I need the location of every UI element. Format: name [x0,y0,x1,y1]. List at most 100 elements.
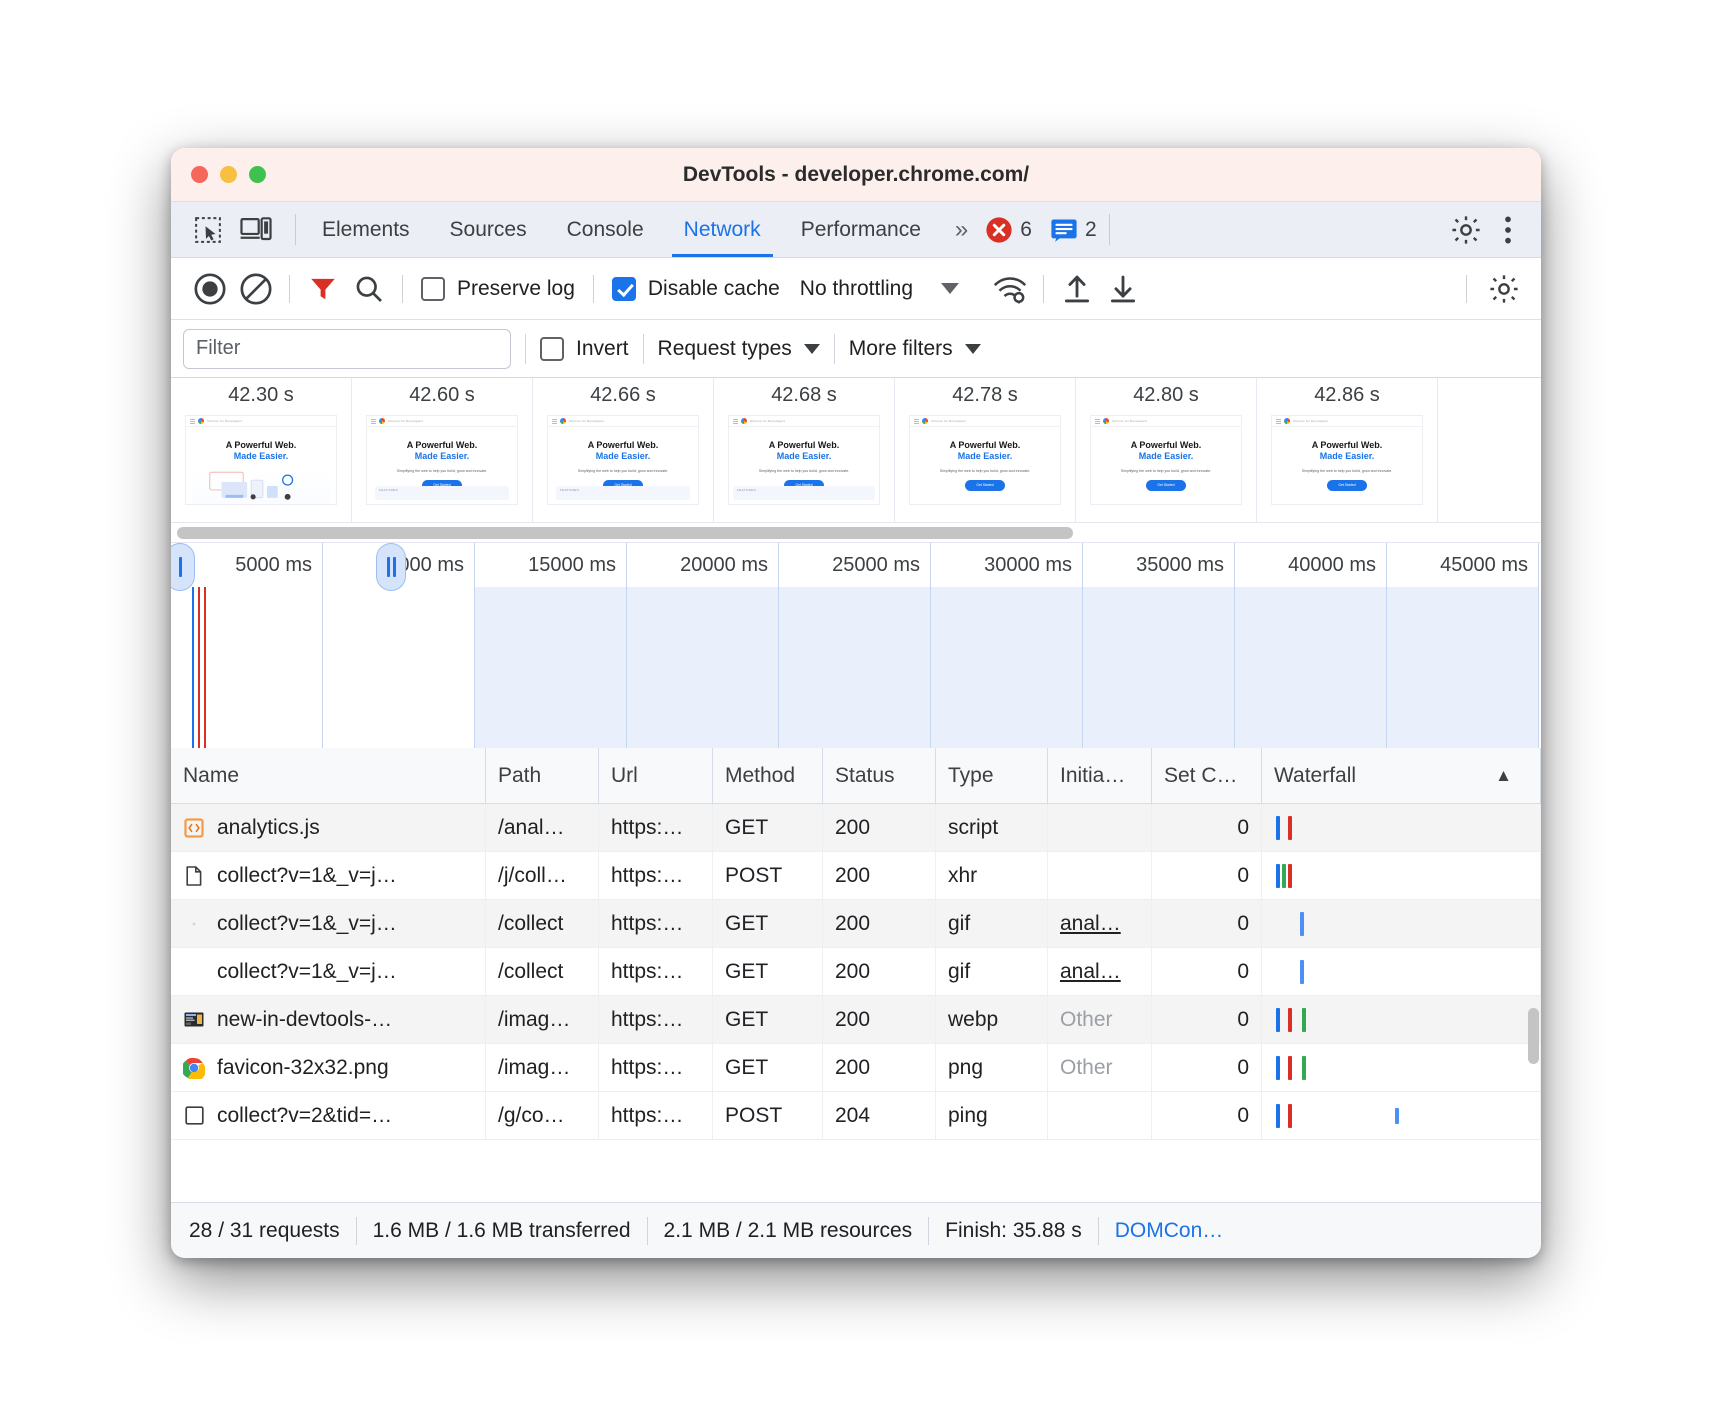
filmstrip-scrollbar[interactable] [171,523,1541,543]
request-types-dropdown[interactable]: Request types [658,337,820,361]
table-row[interactable]: favicon-32x32.png /imag… https:… GET 200… [171,1044,1541,1092]
filmstrip-scrollbar-thumb[interactable] [177,527,1073,539]
invert-checkbox[interactable]: Invert [540,337,629,361]
waterfall-bar [1302,1008,1306,1032]
column-header-status[interactable]: Status [823,748,936,803]
overview-load-line [198,587,200,748]
search-icon[interactable] [346,266,392,312]
thumb-nav: Chrome for Developers [1272,416,1422,427]
cell-name: analytics.js [171,804,486,851]
minimize-window-button[interactable] [220,166,237,183]
frame-thumbnail: Chrome for Developers A Powerful Web. Ma… [728,415,880,505]
filmstrip-frame[interactable]: 42.86 s Chrome for Developers A Powerful… [1257,378,1438,522]
cell-type: png [936,1044,1048,1091]
network-overview[interactable]: 5000 ms 10000 ms 15000 ms 20000 ms 25000… [171,543,1541,748]
cell-type: webp [936,996,1048,1043]
cell-method: GET [713,900,823,947]
inspect-element-icon[interactable] [189,211,227,249]
handle-grip [387,557,390,577]
thumb-cta-button: Get Started [1327,480,1367,491]
gear-icon[interactable] [1447,211,1485,249]
selection-handle-left[interactable] [171,543,195,591]
preserve-log-checkbox[interactable]: Preserve log [413,277,583,301]
cell-initiator[interactable]: anal… [1048,948,1152,995]
table-row[interactable]: new-in-devtools-… /imag… https:… GET 200… [171,996,1541,1044]
status-divider [356,1217,357,1245]
filmstrip-frame[interactable]: 42.66 s Chrome for Developers A Powerful… [533,378,714,522]
tab-console[interactable]: Console [547,202,664,257]
record-icon[interactable] [187,266,233,312]
message-icon [1050,217,1078,243]
tab-network[interactable]: Network [664,202,781,257]
table-row[interactable]: collect?v=1&_v=j… /collect https:… GET 2… [171,948,1541,996]
export-har-icon[interactable] [1100,266,1146,312]
zoom-window-button[interactable] [249,166,266,183]
menu-icon [733,421,738,422]
thumb-headline-1: A Powerful Web. [1272,440,1422,451]
clear-icon[interactable] [233,266,279,312]
image-icon [183,1009,205,1031]
column-header-url[interactable]: Url [599,748,713,803]
column-header-type[interactable]: Type [936,748,1048,803]
table-vertical-scrollbar[interactable] [1528,1008,1539,1064]
thumb-headline-1: A Powerful Web. [1091,440,1241,451]
cell-set-cookies: 0 [1152,900,1262,947]
overview-grid [171,587,1541,748]
more-vertical-icon[interactable] [1489,211,1527,249]
column-header-name[interactable]: Name [171,748,486,803]
network-settings-gear-icon[interactable] [1481,266,1527,312]
selection-handle-right[interactable] [376,543,406,591]
table-row[interactable]: collect?v=2&tid=… /g/co… https:… POST 20… [171,1092,1541,1140]
filmstrip-frame[interactable]: 42.60 s Chrome for Developers A Powerful… [352,378,533,522]
network-conditions-icon[interactable] [987,266,1033,312]
tabbar-divider [295,214,296,245]
toolbar-divider-3 [593,275,594,303]
more-filters-dropdown[interactable]: More filters [849,337,981,361]
close-window-button[interactable] [191,166,208,183]
frame-timestamp: 42.78 s [952,384,1018,407]
table-row[interactable]: collect?v=1&_v=j… /collect https:… GET 2… [171,900,1541,948]
cell-method: GET [713,804,823,851]
cell-waterfall [1262,948,1541,995]
column-header-waterfall[interactable]: Waterfall ▲ [1262,748,1541,803]
disable-cache-box [612,277,636,301]
filter-icon[interactable] [300,266,346,312]
thumb-headline-2: Made Easier. [367,451,517,462]
cell-name: new-in-devtools-… [171,996,486,1043]
chrome-logo-icon [1103,418,1109,424]
filmstrip-frame[interactable]: 42.80 s Chrome for Developers A Powerful… [1076,378,1257,522]
column-header-initiator[interactable]: Initia… [1048,748,1152,803]
device-toolbar-icon[interactable] [237,211,275,249]
thumb-headline-2: Made Easier. [1272,451,1422,462]
table-row[interactable]: analytics.js /anal… https:… GET 200 scri… [171,804,1541,852]
cell-status: 200 [823,1044,936,1091]
cell-method: GET [713,996,823,1043]
cell-path: /imag… [486,996,599,1043]
invert-box [540,337,564,361]
filter-input[interactable] [183,329,511,369]
overview-column [323,587,475,748]
filmstrip-frame[interactable]: 42.68 s Chrome for Developers A Powerful… [714,378,895,522]
error-badge[interactable]: 6 [985,216,1032,244]
tab-performance[interactable]: Performance [781,202,941,257]
warning-badge[interactable]: 2 [1050,217,1097,243]
throttling-dropdown[interactable]: No throttling [788,277,971,301]
cell-set-cookies: 0 [1152,948,1262,995]
thumb-body: A Powerful Web. Made Easier. Simplifying… [1091,427,1241,491]
cell-initiator [1048,804,1152,851]
column-header-set-cookies[interactable]: Set C… [1152,748,1262,803]
ruler-tick: 45000 ms [1387,543,1539,587]
tab-elements[interactable]: Elements [302,202,430,257]
filmstrip-frame[interactable]: 42.78 s Chrome for Developers A Powerful… [895,378,1076,522]
disable-cache-checkbox[interactable]: Disable cache [604,277,788,301]
column-header-method[interactable]: Method [713,748,823,803]
table-row[interactable]: collect?v=1&_v=j… /j/coll… https:… POST … [171,852,1541,900]
tab-sources[interactable]: Sources [430,202,547,257]
cell-initiator[interactable]: anal… [1048,900,1152,947]
thumb-hero-illustration [192,468,330,504]
column-header-path[interactable]: Path [486,748,599,803]
filmstrip-frame[interactable]: 42.30 s Chrome for Developers A Powerful… [171,378,352,522]
import-har-icon[interactable] [1054,266,1100,312]
status-transferred: 1.6 MB / 1.6 MB transferred [373,1219,631,1243]
more-tabs-icon[interactable]: » [941,202,979,257]
